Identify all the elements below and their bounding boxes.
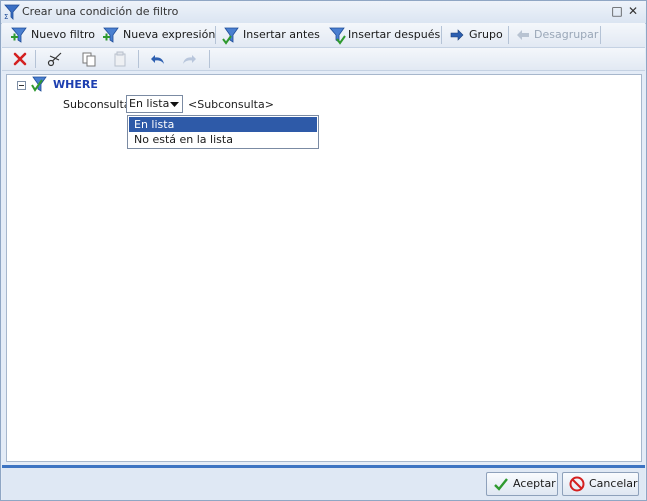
subquery-label: Subconsulta [63,98,131,111]
condition-editor: WHERE Subconsulta En lista <Subconsulta>… [6,74,642,462]
where-filter-icon [31,76,47,92]
new-filter-button[interactable]: Nuevo filtro [10,25,95,45]
paste-icon[interactable] [112,51,128,67]
subquery-operand[interactable]: <Subconsulta> [188,98,274,111]
dropdown-option[interactable]: No está en la lista [129,132,317,147]
filter-sigma-icon: Σ [4,4,20,20]
operator-value: En lista [129,97,170,110]
accept-button[interactable]: Aceptar [486,472,558,496]
svg-text:Σ: Σ [4,13,8,20]
filter-toolbar: Nuevo filtro Nueva expresión Insertar an… [2,23,645,48]
redo-icon[interactable] [181,51,197,67]
group-button[interactable]: Grupo [449,25,504,45]
insert-before-icon [222,27,239,45]
insert-after-icon [329,27,346,45]
toolbar-separator [138,50,139,68]
new-filter-icon [11,27,27,43]
checkmark-icon [494,478,508,491]
cut-icon[interactable] [47,51,63,67]
toolbar-separator [600,26,601,44]
copy-icon[interactable] [81,51,97,67]
toolbar-separator [215,26,216,44]
cancel-button[interactable]: Cancelar [562,472,639,496]
collapse-icon[interactable] [17,81,26,90]
insert-before-button[interactable]: Insertar antes [222,25,320,45]
ungroup-button[interactable]: Desagrupar [515,25,598,45]
arrow-left-icon [517,30,529,40]
toolbar-separator [441,26,442,44]
dropdown-option[interactable]: En lista [129,117,317,132]
operator-dropdown-list: En lista No está en la lista [127,115,319,149]
where-label: WHERE [53,78,98,91]
title-bar: Σ Crear una condición de filtro □ ✕ [1,1,646,24]
arrow-right-icon [450,29,464,41]
toolbar-separator [209,50,210,68]
new-expression-icon [103,27,119,43]
operator-combobox[interactable]: En lista [126,95,183,113]
no-entry-icon [569,476,585,492]
delete-icon[interactable] [12,51,28,67]
chevron-down-icon[interactable] [168,97,181,111]
toolbar-separator [508,26,509,44]
window-title: Crear una condición de filtro [22,5,179,18]
edit-toolbar [2,48,645,71]
toolbar-separator [35,50,36,68]
undo-icon[interactable] [150,51,166,67]
new-expression-button[interactable]: Nueva expresión [102,25,215,45]
close-button[interactable]: ✕ [626,4,640,18]
dialog-footer: Aceptar Cancelar [2,468,645,500]
insert-after-button[interactable]: Insertar después [328,25,440,45]
filter-condition-dialog: Σ Crear una condición de filtro □ ✕ Nuev… [0,0,647,501]
maximize-button[interactable]: □ [610,4,624,18]
